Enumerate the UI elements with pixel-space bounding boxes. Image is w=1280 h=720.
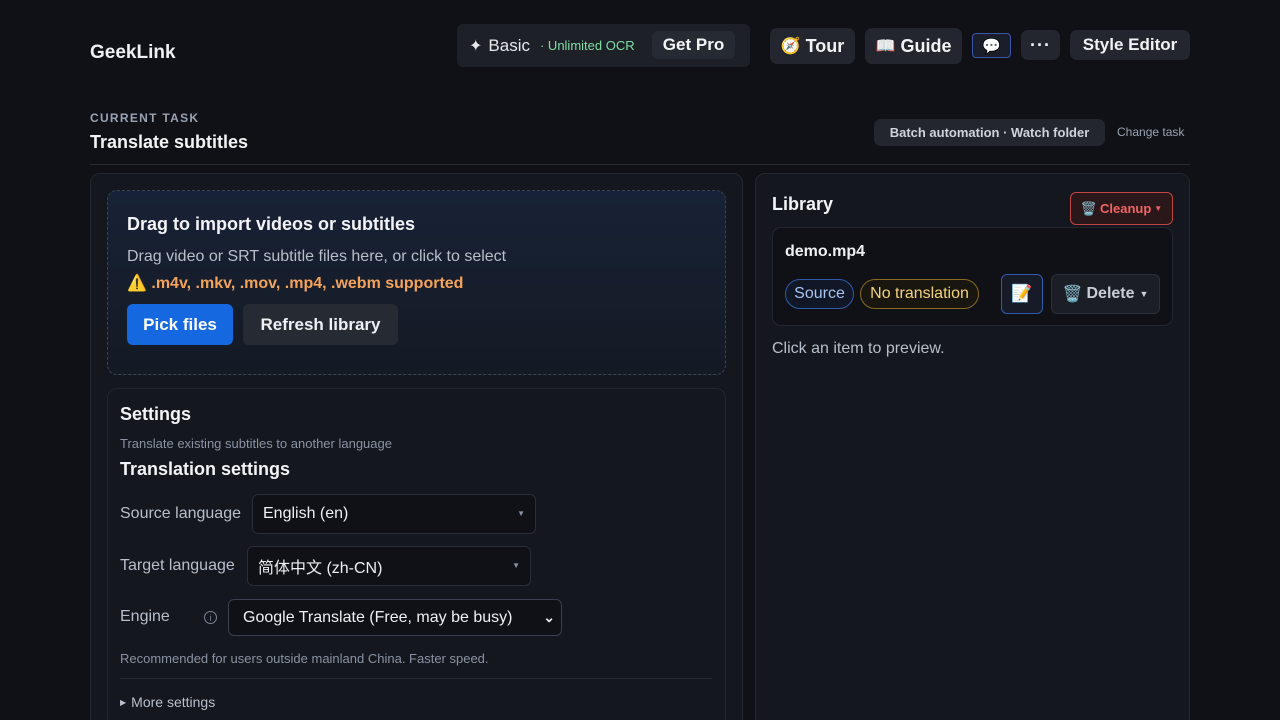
- engine-note: Recommended for users outside mainland C…: [120, 651, 489, 666]
- engine-select[interactable]: Google Translate (Free, may be busy) ⌄: [228, 599, 562, 636]
- caret-down-icon: ▼: [1154, 204, 1163, 213]
- task-title: Translate subtitles: [90, 132, 249, 152]
- supported-formats: ⚠️ .m4v, .mkv, .mov, .mp4, .webm support…: [127, 273, 463, 293]
- settings-divider: [120, 678, 712, 679]
- compass-icon: 🧭: [780, 38, 801, 55]
- memo-icon: 📝: [1011, 284, 1033, 303]
- ellipsis-icon: ···: [1030, 34, 1051, 55]
- guide-label: Guide: [900, 35, 952, 56]
- cleanup-label: Cleanup: [1099, 201, 1152, 216]
- get-pro-button[interactable]: Get Pro: [652, 31, 735, 59]
- edit-button[interactable]: 📝: [1001, 274, 1043, 314]
- translation-settings-title: Translation settings: [120, 459, 291, 479]
- more-menu-button[interactable]: ···: [1021, 30, 1060, 60]
- chevron-down-icon: ⌄: [543, 609, 555, 625]
- book-icon: 📖: [875, 38, 896, 55]
- current-task-label: CURRENT TASK: [90, 111, 200, 125]
- engine-label: Engine: [120, 608, 170, 625]
- settings-title: Settings: [120, 404, 192, 424]
- batch-automation-button[interactable]: Batch automation · Watch folder: [874, 119, 1105, 146]
- triangle-right-icon: ▶: [120, 698, 127, 707]
- tour-button[interactable]: 🧭 Tour: [770, 28, 855, 64]
- library-title: Library: [772, 194, 834, 214]
- caret-down-icon: ▼: [1139, 289, 1149, 299]
- change-task-link[interactable]: Change task: [1117, 125, 1184, 139]
- header-divider: [90, 164, 1190, 165]
- tour-label: Tour: [805, 35, 845, 56]
- settings-description: Translate existing subtitles to another …: [120, 436, 392, 451]
- source-language-label: Source language: [120, 505, 241, 522]
- chat-button[interactable]: 💬: [972, 33, 1011, 58]
- dropzone-title: Drag to import videos or subtitles: [127, 214, 416, 234]
- target-language-value: 简体中文 (zh-CN): [258, 560, 383, 577]
- item-filename: demo.mp4: [785, 243, 866, 260]
- source-language-select[interactable]: English (en) ▼: [252, 494, 536, 534]
- plan-widget: ✦ Basic · Unlimited OCR Get Pro: [457, 24, 750, 67]
- caret-down-icon: ▼: [512, 561, 520, 570]
- target-language-label: Target language: [120, 557, 235, 574]
- target-language-select[interactable]: 简体中文 (zh-CN) ▼: [247, 546, 531, 586]
- source-language-value: English (en): [263, 505, 349, 522]
- cleanup-button[interactable]: 🗑️ Cleanup ▼: [1070, 192, 1173, 225]
- pick-files-button[interactable]: Pick files: [127, 304, 233, 345]
- dropzone-description: Drag video or SRT subtitle files here, o…: [127, 248, 507, 265]
- refresh-library-button[interactable]: Refresh library: [243, 304, 398, 345]
- translation-status-badge[interactable]: No translation: [860, 279, 979, 309]
- sparkle-icon: ✦: [469, 37, 483, 55]
- brand-logo: GeekLink: [90, 42, 176, 63]
- trash-icon: 🗑️: [1080, 200, 1097, 216]
- preview-hint: Click an item to preview.: [772, 340, 945, 357]
- guide-button[interactable]: 📖 Guide: [865, 28, 962, 64]
- more-settings-toggle[interactable]: ▶ More settings: [120, 694, 215, 710]
- delete-button[interactable]: 🗑️ Delete ▼: [1051, 274, 1160, 314]
- plan-name: Basic: [488, 35, 530, 55]
- plan-tag: · Unlimited OCR: [539, 38, 635, 53]
- warning-icon: ⚠️: [127, 275, 147, 292]
- caret-down-icon: ▼: [517, 509, 525, 518]
- source-badge[interactable]: Source: [785, 279, 854, 309]
- delete-label: Delete: [1086, 285, 1135, 302]
- more-settings-label: More settings: [131, 694, 216, 710]
- supported-formats-text: .m4v, .mkv, .mov, .mp4, .webm supported: [151, 275, 464, 292]
- speech-bubble-icon: 💬: [982, 37, 1001, 55]
- engine-value: Google Translate (Free, may be busy): [243, 608, 513, 626]
- info-icon[interactable]: i: [204, 611, 217, 624]
- trash-icon: 🗑️: [1062, 286, 1083, 303]
- style-editor-button[interactable]: Style Editor: [1070, 30, 1190, 60]
